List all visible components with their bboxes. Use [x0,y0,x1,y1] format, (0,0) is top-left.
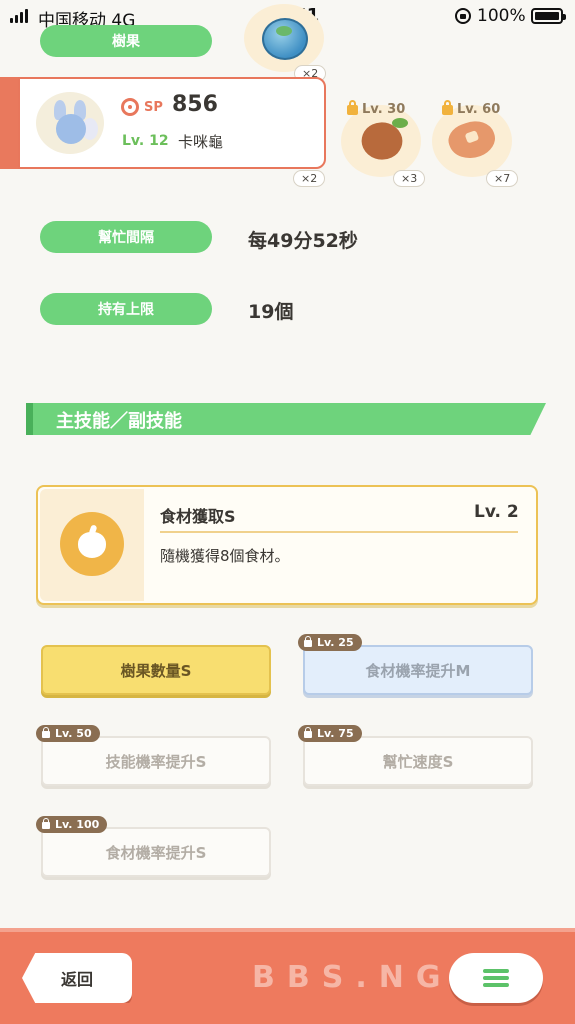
menu-icon [483,969,509,987]
ingredient-lock-level-text: Lv. 30 [362,102,406,117]
lock-level-text: Lv. 50 [55,727,92,740]
ingredient-count-badge: ×3 [393,170,426,187]
lock-level-text: Lv. 100 [55,818,100,831]
pokemon-avatar [48,100,98,148]
lock-level-text: Lv. 25 [317,636,354,649]
divider [160,531,518,533]
sub-skill-lock-tag: Lv. 50 [36,725,100,742]
sp-value: 856 [172,92,218,117]
help-interval-label: 幫忙間隔 [40,221,212,253]
lock-icon [42,727,50,738]
section-title: 主技能／副技能 [56,411,182,432]
pokemon-level: Lv. 12 [122,133,169,149]
sub-skill-button-1[interactable]: 樹果數量S [41,645,271,695]
battery-percent: 100% [477,6,526,26]
battery-icon [531,8,566,24]
main-skill-name: 食材獲取S [160,507,236,526]
section-header-accent [26,403,33,435]
pokeball-icon [121,98,139,116]
lock-icon [42,818,50,829]
capacity-label: 持有上限 [40,293,212,325]
capacity-value: 19個 [248,301,294,323]
berry-label: 樹果 [40,25,212,57]
signal-icon [10,9,32,23]
main-skill-level: Lv. 2 [474,502,519,522]
cacao-icon[interactable] [355,115,409,167]
pokemon-name: 卡咪龜 [178,133,224,151]
orientation-lock-icon [455,8,471,24]
berry-count-badge: ×2 [293,170,326,187]
lock-icon [304,636,312,647]
sub-skill-button-3[interactable]: 技能機率提升S [41,736,271,786]
sub-skill-button-4[interactable]: 幫忙速度S [303,736,533,786]
back-button[interactable]: 返回 [22,953,132,1003]
ingredient-count-badge: ×7 [486,170,519,187]
ingredient-lock-level-text: Lv. 60 [457,102,501,117]
berry-icon [262,18,308,60]
lock-icon [304,727,312,738]
sub-skill-button-2[interactable]: 食材機率提升M [303,645,533,695]
sub-skill-button-5[interactable]: 食材機率提升S [41,827,271,877]
sub-skill-lock-tag: Lv. 100 [36,816,108,833]
lock-icon [442,99,453,115]
sub-skill-lock-tag: Lv. 25 [298,634,362,651]
lock-icon [347,99,358,115]
ingredient-lock-level: Lv. 30 [347,99,406,117]
menu-button[interactable] [449,953,543,1003]
ingredient-lock-level: Lv. 60 [442,99,501,117]
potato-icon[interactable] [444,115,500,165]
apple-icon [60,512,124,576]
sp-label: SP [144,100,163,115]
lock-level-text: Lv. 75 [317,727,354,740]
pokemon-card-accent [0,77,20,169]
main-skill-description: 隨機獲得8個食材。 [160,547,290,565]
help-interval-value: 每49分52秒 [248,230,358,252]
sub-skill-lock-tag: Lv. 75 [298,725,362,742]
